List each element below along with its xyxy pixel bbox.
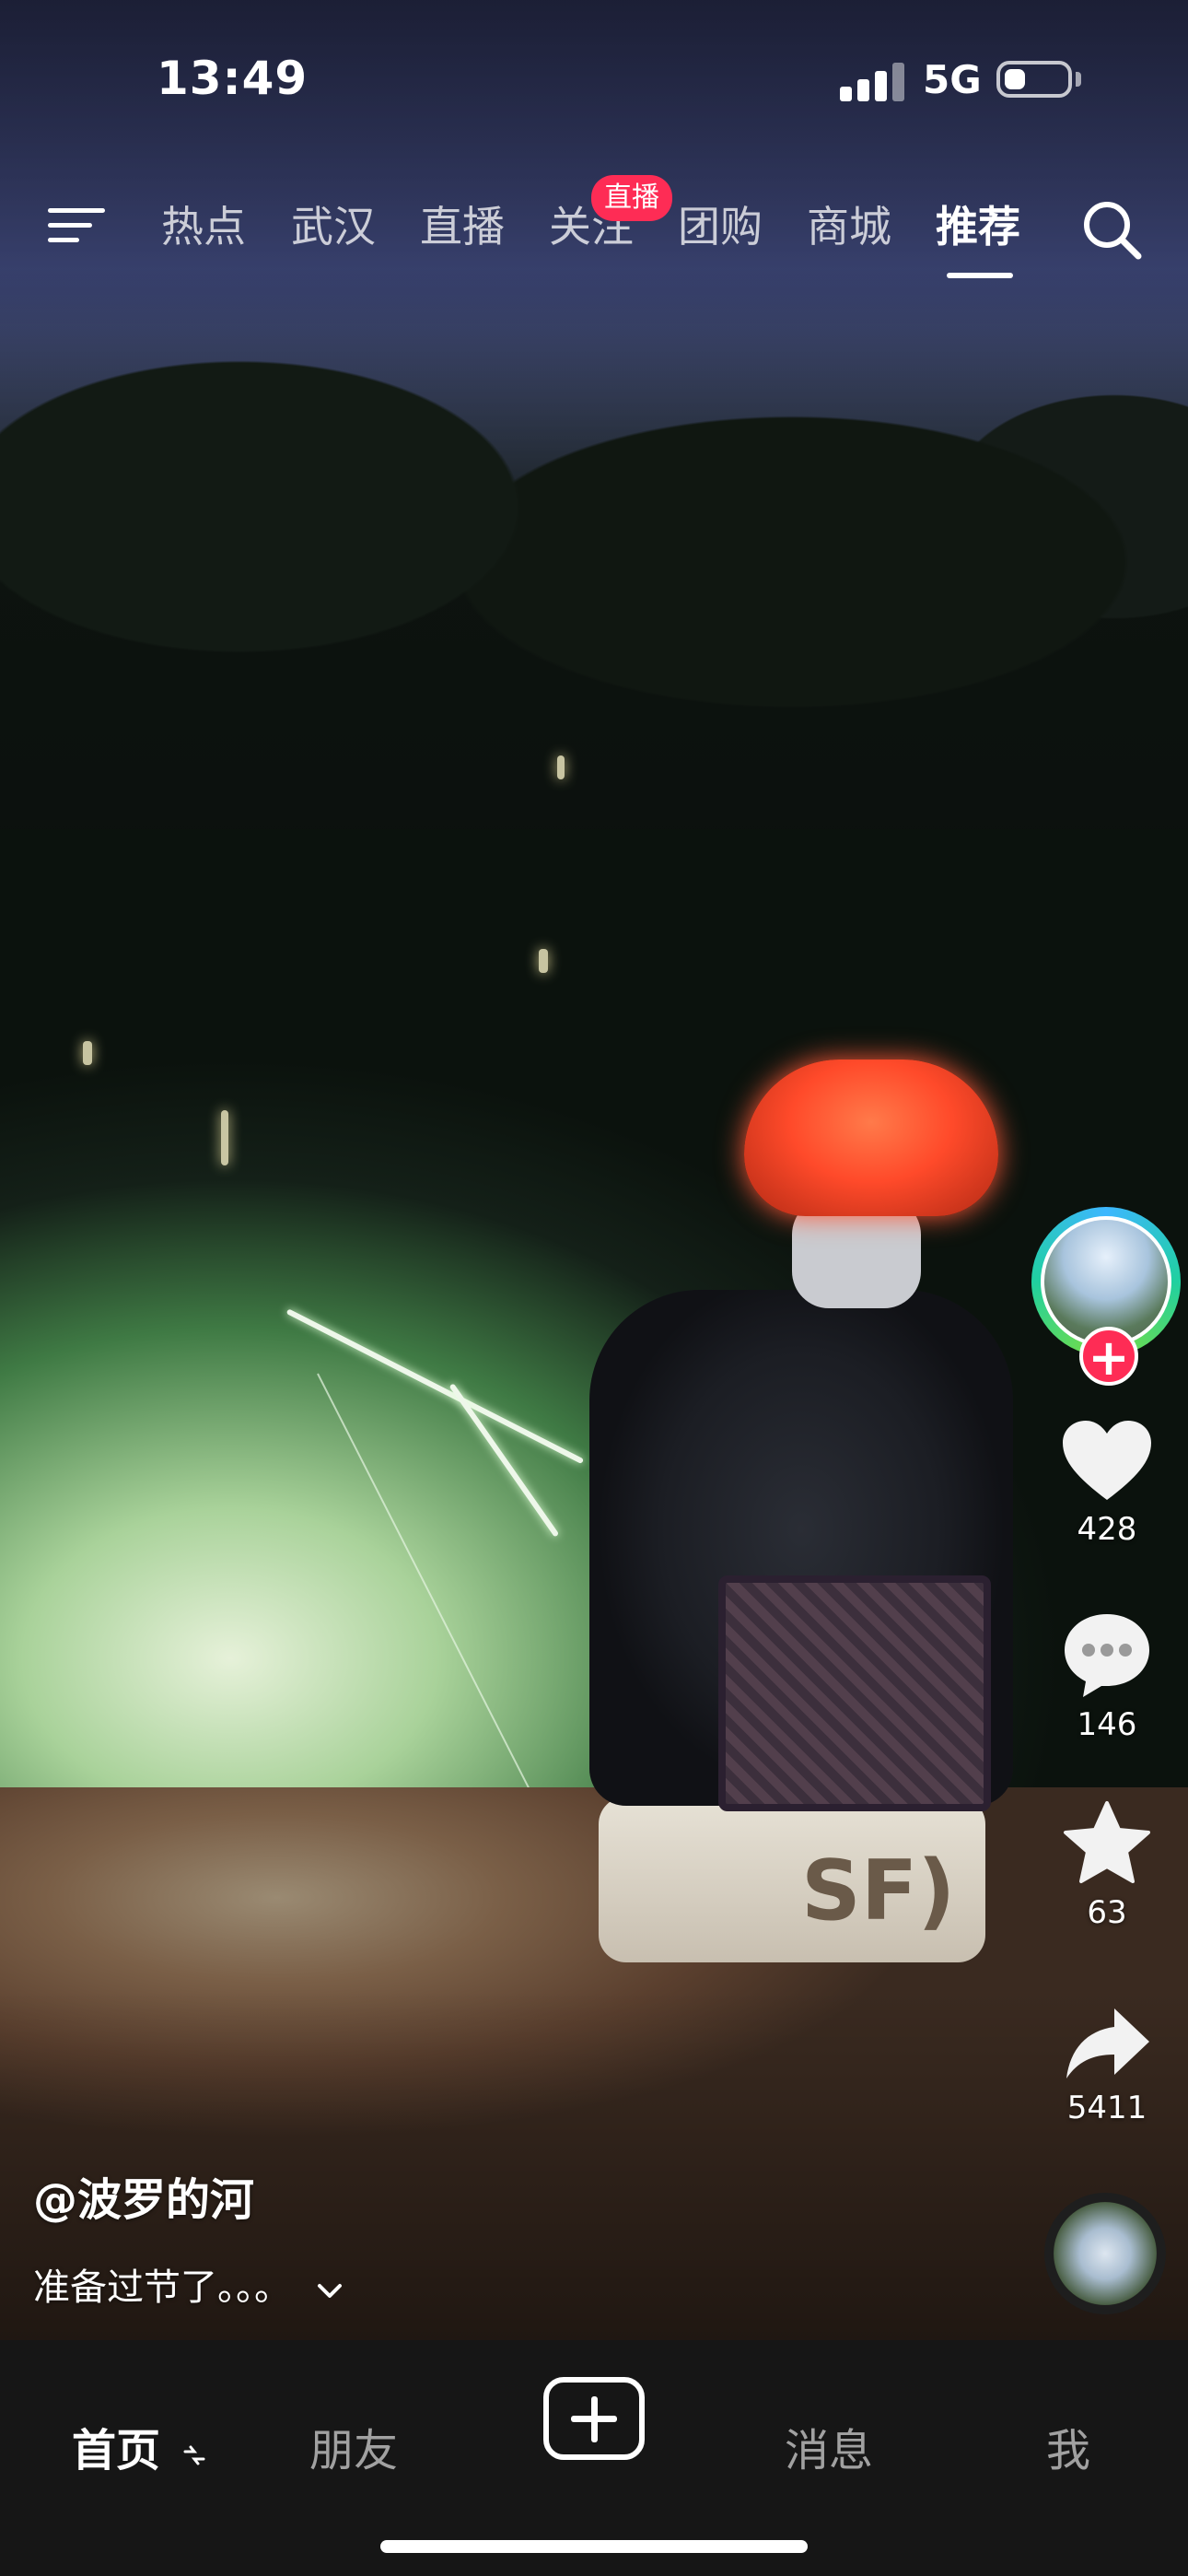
heart-icon	[1063, 1421, 1151, 1500]
top-nav: 热点 武汉 直播 关注 直播 团购 商城 推荐	[0, 175, 1188, 286]
seat-mark: SF)	[801, 1843, 956, 1939]
comment-button[interactable]: 146	[1022, 1610, 1188, 1743]
tab-home-label: 首页	[72, 2425, 161, 2476]
tab-home[interactable]: 首页	[72, 2414, 205, 2479]
tab-friends[interactable]: 朋友	[309, 2414, 398, 2478]
create-button[interactable]	[543, 2377, 645, 2460]
music-disc[interactable]	[1044, 2193, 1166, 2314]
author-name[interactable]: @波罗的河	[33, 2163, 254, 2228]
status-time: 13:49	[157, 52, 309, 105]
tab-messages[interactable]: 消息	[785, 2414, 873, 2478]
tab-recommended[interactable]: 推荐	[936, 193, 1020, 254]
share-icon	[1066, 2008, 1149, 2078]
status-bar: 13:49 5G	[0, 0, 1188, 147]
comment-count: 146	[1077, 1706, 1137, 1743]
video-player[interactable]: SF)	[0, 0, 1188, 2340]
favorite-button[interactable]: 63	[1022, 1800, 1188, 1931]
search-icon[interactable]	[1077, 195, 1147, 265]
tab-group-buy[interactable]: 团购	[678, 193, 763, 254]
video-trees	[0, 267, 1188, 912]
like-count: 428	[1077, 1511, 1137, 1548]
active-tab-indicator	[947, 273, 1013, 278]
tab-wuhan[interactable]: 武汉	[291, 193, 376, 254]
video-person-hat	[744, 1060, 998, 1216]
favorite-count: 63	[1087, 1894, 1127, 1931]
follow-button[interactable]: +	[1079, 1327, 1138, 1386]
share-button[interactable]: 5411	[1022, 2005, 1188, 2126]
video-person-patch	[718, 1575, 991, 1811]
action-rail: + 428 146 63 5411	[1022, 1198, 1188, 2340]
chevron-down-icon[interactable]	[316, 2268, 344, 2311]
live-badge: 直播	[591, 175, 672, 221]
tab-mall[interactable]: 商城	[807, 193, 891, 254]
share-count: 5411	[1066, 2090, 1147, 2126]
star-icon	[1064, 1801, 1150, 1883]
battery-nub	[1076, 72, 1081, 87]
screen: SF) 13:49 5G 热点 武汉 直播 关注 直播 团购 商城 推荐 + 4…	[0, 0, 1188, 2576]
caption-text: 准备过节了。。。	[33, 2266, 291, 2309]
battery-level	[1005, 69, 1025, 89]
signal-icon	[840, 61, 904, 101]
home-indicator[interactable]	[380, 2540, 808, 2553]
battery-icon	[996, 61, 1072, 98]
like-button[interactable]: 428	[1022, 1419, 1188, 1548]
network-type: 5G	[923, 57, 982, 102]
tab-me[interactable]: 我	[1046, 2414, 1090, 2478]
tab-hot[interactable]: 热点	[161, 193, 246, 254]
switch-icon	[183, 2428, 205, 2479]
comment-icon	[1065, 1614, 1149, 1697]
post-caption: 准备过节了。。。	[33, 2257, 344, 2311]
menu-icon[interactable]	[48, 203, 105, 249]
tab-live[interactable]: 直播	[420, 193, 505, 254]
